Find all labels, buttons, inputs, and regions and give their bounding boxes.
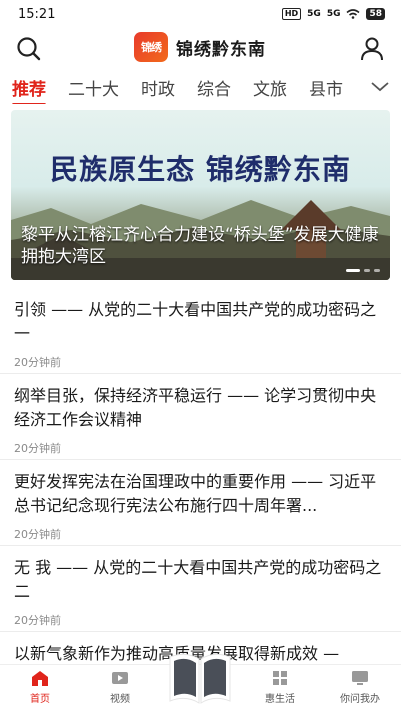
home-icon [32,671,48,686]
banner-dot [364,269,370,272]
news-item[interactable]: 引领 —— 从党的二十大看中国共产党的成功密码之一 20分钟前 [0,298,401,374]
hd-indicator: HD [281,8,302,20]
chevron-down-icon [371,82,389,92]
news-time: 20分钟前 [14,614,61,627]
book-icon[interactable] [164,647,236,707]
nav-home-label: 首页 [30,694,50,705]
banner-dot [346,269,360,272]
news-time: 20分钟前 [14,528,61,541]
video-icon [112,672,128,684]
news-item[interactable]: 更好发挥宪法在治国理政中的重要作用 —— 习近平总书记纪念现行宪法公布施行四十周… [0,470,401,546]
app-logo: 锦绣 锦绣黔东南 [134,32,266,62]
news-title: 引领 —— 从党的二十大看中国共产党的成功密码之一 [14,300,377,343]
news-item[interactable]: 纲举目张，保持经济平稳运行 —— 论学习贯彻中央经济工作会议精神 20分钟前 [0,384,401,460]
signal-2-icon: 5G [326,9,341,19]
grid-icon [273,671,287,685]
tab-counties[interactable]: 县市 [309,75,343,100]
user-button[interactable] [357,34,387,64]
news-item[interactable]: 无 我 —— 从党的二十大看中国共产党的成功密码之二 20分钟前 [0,556,401,632]
wifi-icon [346,9,360,19]
user-icon [361,37,383,61]
banner-slogan: 民族原生态 锦绣黔东南 [50,153,351,186]
banner-indicator [346,269,380,272]
banner-carousel[interactable]: 民族原生态 锦绣黔东南 黎平从江榕江齐心合力建设“桥头堡”发展大健康拥抱大湾区 [11,110,390,280]
news-time: 20分钟前 [14,356,61,369]
tab-general[interactable]: 综合 [197,75,231,100]
status-icons: HD 5G 5G 58 [281,8,385,20]
app-header: 锦绣 锦绣黔东南 [0,28,401,68]
nav-ask[interactable]: 你问我办 [330,669,390,705]
banner-caption: 黎平从江榕江齐心合力建设“桥头堡”发展大健康拥抱大湾区 [21,225,379,267]
nav-video-label: 视频 [110,694,130,705]
channel-tabs: 推荐 二十大 时政 综合 文旅 县市 [0,70,401,104]
search-button[interactable] [14,34,44,64]
news-title: 更好发挥宪法在治国理政中的重要作用 —— 习近平总书记纪念现行宪法公布施行四十周… [14,472,377,515]
news-title: 无 我 —— 从党的二十大看中国共产党的成功密码之二 [14,558,382,601]
nav-life-label: 惠生活 [265,694,295,705]
tab-culture-tourism[interactable]: 文旅 [253,75,287,100]
tabs-expand-button[interactable] [369,76,391,96]
tab-politics[interactable]: 时政 [141,75,175,100]
search-icon [17,37,41,61]
status-time: 15:21 [18,6,56,22]
logo-mark: 锦绣 [134,32,168,62]
news-title: 纲举目张，保持经济平稳运行 —— 论学习贯彻中央经济工作会议精神 [14,386,377,429]
monitor-icon [352,671,368,685]
news-time: 20分钟前 [14,442,61,455]
signal-1-icon: 5G [307,9,321,19]
banner-dot [374,269,380,272]
nav-ask-label: 你问我办 [340,694,380,705]
tab-20th-congress[interactable]: 二十大 [68,75,119,100]
app-name: 锦绣黔东南 [176,39,266,60]
status-bar: 15:21 HD 5G 5G 58 [0,0,401,28]
nav-life[interactable]: 惠生活 [250,669,310,705]
tab-recommend[interactable]: 推荐 [12,75,46,104]
nav-video[interactable]: 视频 [90,669,150,705]
battery-indicator: 58 [366,8,385,20]
bottom-nav: 首页 视频 惠生活 你问我办 [0,653,401,716]
nav-home[interactable]: 首页 [10,669,70,705]
